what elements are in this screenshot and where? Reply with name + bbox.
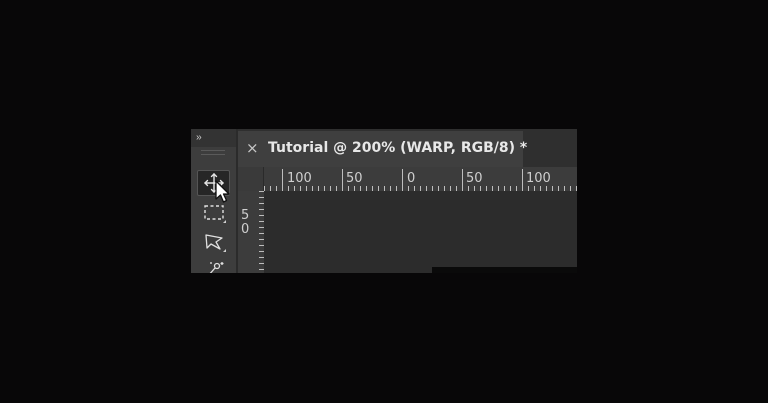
mouse-cursor-icon (215, 180, 230, 203)
vertical-ruler[interactable]: 50 (238, 191, 264, 273)
collapse-panel-button[interactable]: ›› (191, 129, 236, 147)
document-title: Tutorial @ 200% (WARP, RGB/8) * (268, 140, 528, 156)
ruler-label: 50 (241, 208, 250, 237)
tools-panel: ›› (191, 129, 236, 273)
ruler-origin[interactable] (238, 167, 264, 191)
horizontal-ruler[interactable]: 100 50 0 50 100 (264, 167, 577, 191)
close-tab-icon[interactable]: × (246, 131, 259, 165)
ruler-label: 50 (346, 171, 363, 186)
quick-selection-icon (209, 262, 223, 273)
lasso-tool-button[interactable] (197, 229, 230, 255)
document-canvas[interactable] (264, 191, 577, 273)
canvas-edge (432, 267, 577, 273)
polygonal-lasso-icon (204, 234, 223, 250)
document-tab-bar: × Tutorial @ 200% (WARP, RGB/8) * (238, 129, 577, 167)
panel-grip[interactable] (201, 150, 225, 155)
photoshop-window: ›› × Tutorial @ 200% (WARP, RGB/8) * 100… (191, 129, 577, 273)
ruler-label: 0 (407, 171, 416, 186)
quick-selection-tool-button[interactable] (197, 257, 230, 273)
rectangular-marquee-icon (203, 205, 224, 220)
ruler-label: 100 (526, 171, 551, 186)
submenu-indicator (223, 249, 226, 252)
document-tab[interactable]: × Tutorial @ 200% (WARP, RGB/8) * (238, 131, 527, 167)
ruler-label: 50 (466, 171, 483, 186)
ruler-label: 100 (287, 171, 312, 186)
submenu-indicator (223, 220, 226, 223)
